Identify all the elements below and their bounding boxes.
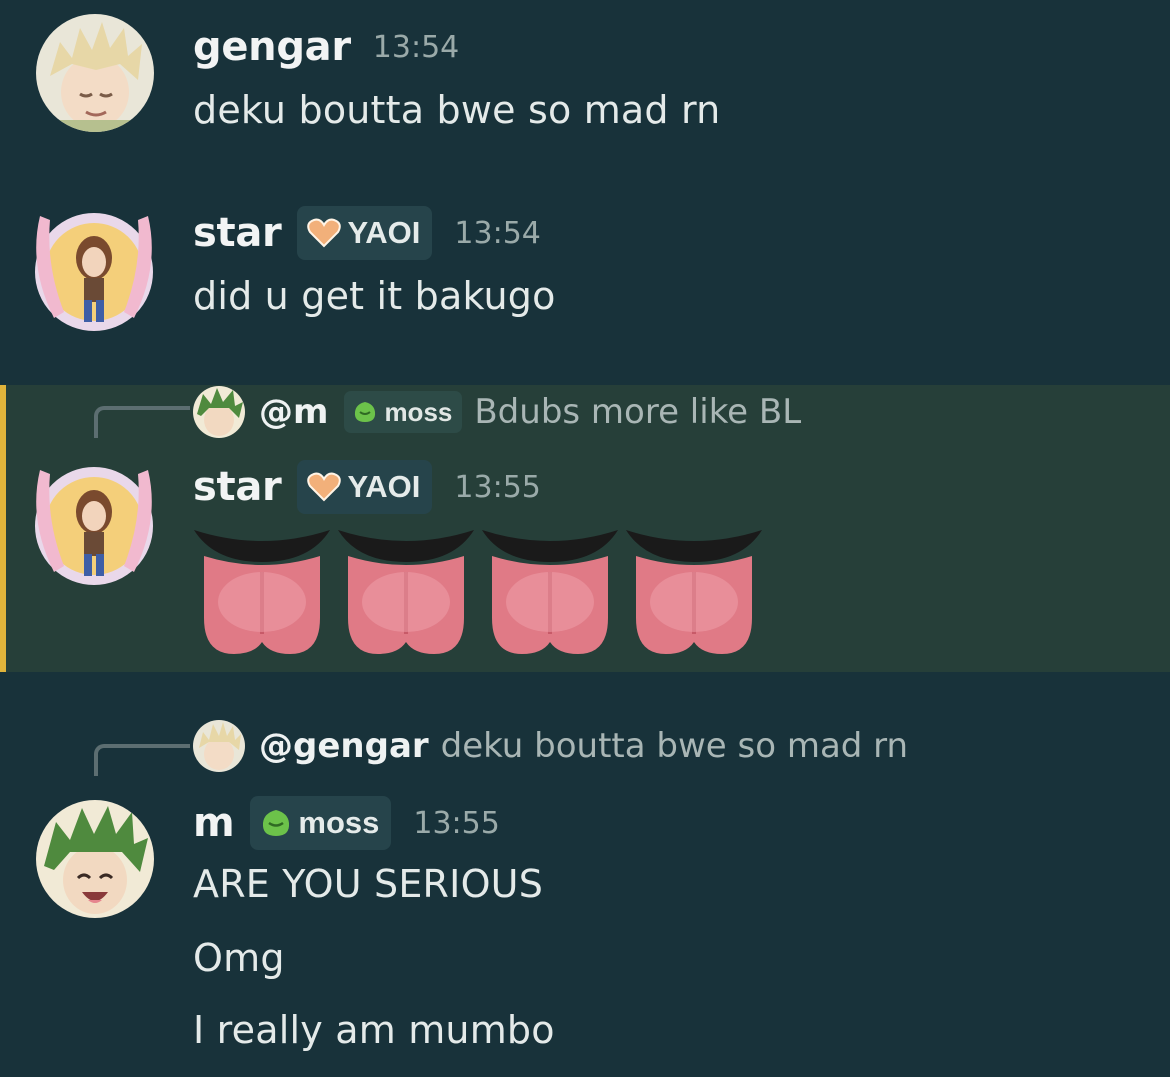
avatar-star[interactable] bbox=[24, 206, 164, 334]
reply-username[interactable]: @m bbox=[259, 392, 328, 432]
reply-text: Bdubs more like BL bbox=[474, 392, 802, 432]
heart-icon bbox=[307, 218, 342, 248]
role-tag[interactable]: YAOI bbox=[297, 206, 433, 260]
timestamp: 13:54 bbox=[454, 215, 541, 251]
username[interactable]: m bbox=[193, 800, 235, 846]
blonde-spiky-anime-avatar-icon bbox=[36, 14, 154, 132]
role-tag-label: YAOI bbox=[347, 215, 421, 250]
reply-avatar bbox=[193, 386, 245, 438]
message-text: I really am mumbo bbox=[193, 1008, 555, 1052]
role-tag-label: YAOI bbox=[347, 469, 421, 504]
heart-icon bbox=[307, 472, 342, 502]
emoji-row bbox=[190, 522, 766, 662]
reply-avatar bbox=[193, 720, 245, 772]
reply-preview[interactable]: @gengar deku boutta bwe so mad rn bbox=[193, 720, 908, 772]
reply-preview[interactable]: @m moss Bdubs more like BL bbox=[193, 386, 801, 438]
leaf-icon bbox=[260, 808, 292, 838]
avatar-gengar[interactable] bbox=[36, 14, 154, 132]
message-text: deku boutta bwe so mad rn bbox=[193, 88, 721, 132]
reply-text: deku boutta bwe so mad rn bbox=[440, 726, 909, 766]
tongue-emoji bbox=[338, 530, 474, 654]
username[interactable]: star bbox=[193, 210, 282, 256]
tongue-emoji bbox=[482, 530, 618, 654]
blonde-spiky-anime-avatar-icon bbox=[193, 720, 245, 772]
message-text: did u get it bakugo bbox=[193, 274, 556, 318]
mii-bunny-frame-avatar-icon bbox=[35, 213, 153, 331]
role-tag[interactable]: moss bbox=[250, 796, 392, 850]
green-hair-anime-avatar-icon bbox=[36, 800, 154, 918]
message-header: star YAOI 13:55 bbox=[193, 460, 541, 514]
reply-username[interactable]: @gengar bbox=[259, 726, 429, 766]
chat-view: gengar 13:54 deku boutta bwe so mad rn s… bbox=[0, 0, 1170, 1077]
tongue-emoji bbox=[194, 530, 330, 654]
mii-bunny-frame-avatar-icon bbox=[35, 467, 153, 585]
green-hair-anime-avatar-icon bbox=[193, 386, 245, 438]
leaf-icon bbox=[352, 400, 378, 424]
message-text: ARE YOU SERIOUS bbox=[193, 862, 544, 906]
timestamp: 13:55 bbox=[413, 805, 500, 841]
tongue-emoji bbox=[626, 530, 762, 654]
username[interactable]: gengar bbox=[193, 24, 351, 70]
timestamp: 13:54 bbox=[372, 29, 460, 65]
timestamp: 13:55 bbox=[454, 469, 541, 505]
message-header: m moss 13:55 bbox=[193, 796, 500, 850]
reply-role-tag: moss bbox=[344, 391, 463, 433]
reply-connector bbox=[94, 744, 190, 776]
message-header: gengar 13:54 bbox=[193, 24, 459, 70]
role-tag-label: moss bbox=[298, 805, 380, 840]
highlight-accent-bar bbox=[0, 385, 6, 672]
username[interactable]: star bbox=[193, 464, 282, 510]
role-tag[interactable]: YAOI bbox=[297, 460, 433, 514]
reply-connector bbox=[94, 406, 190, 438]
avatar-m[interactable] bbox=[36, 800, 154, 918]
avatar-star[interactable] bbox=[24, 460, 164, 588]
reply-role-tag-label: moss bbox=[384, 396, 453, 427]
message-text: Omg bbox=[193, 936, 285, 980]
message-header: star YAOI 13:54 bbox=[193, 206, 541, 260]
